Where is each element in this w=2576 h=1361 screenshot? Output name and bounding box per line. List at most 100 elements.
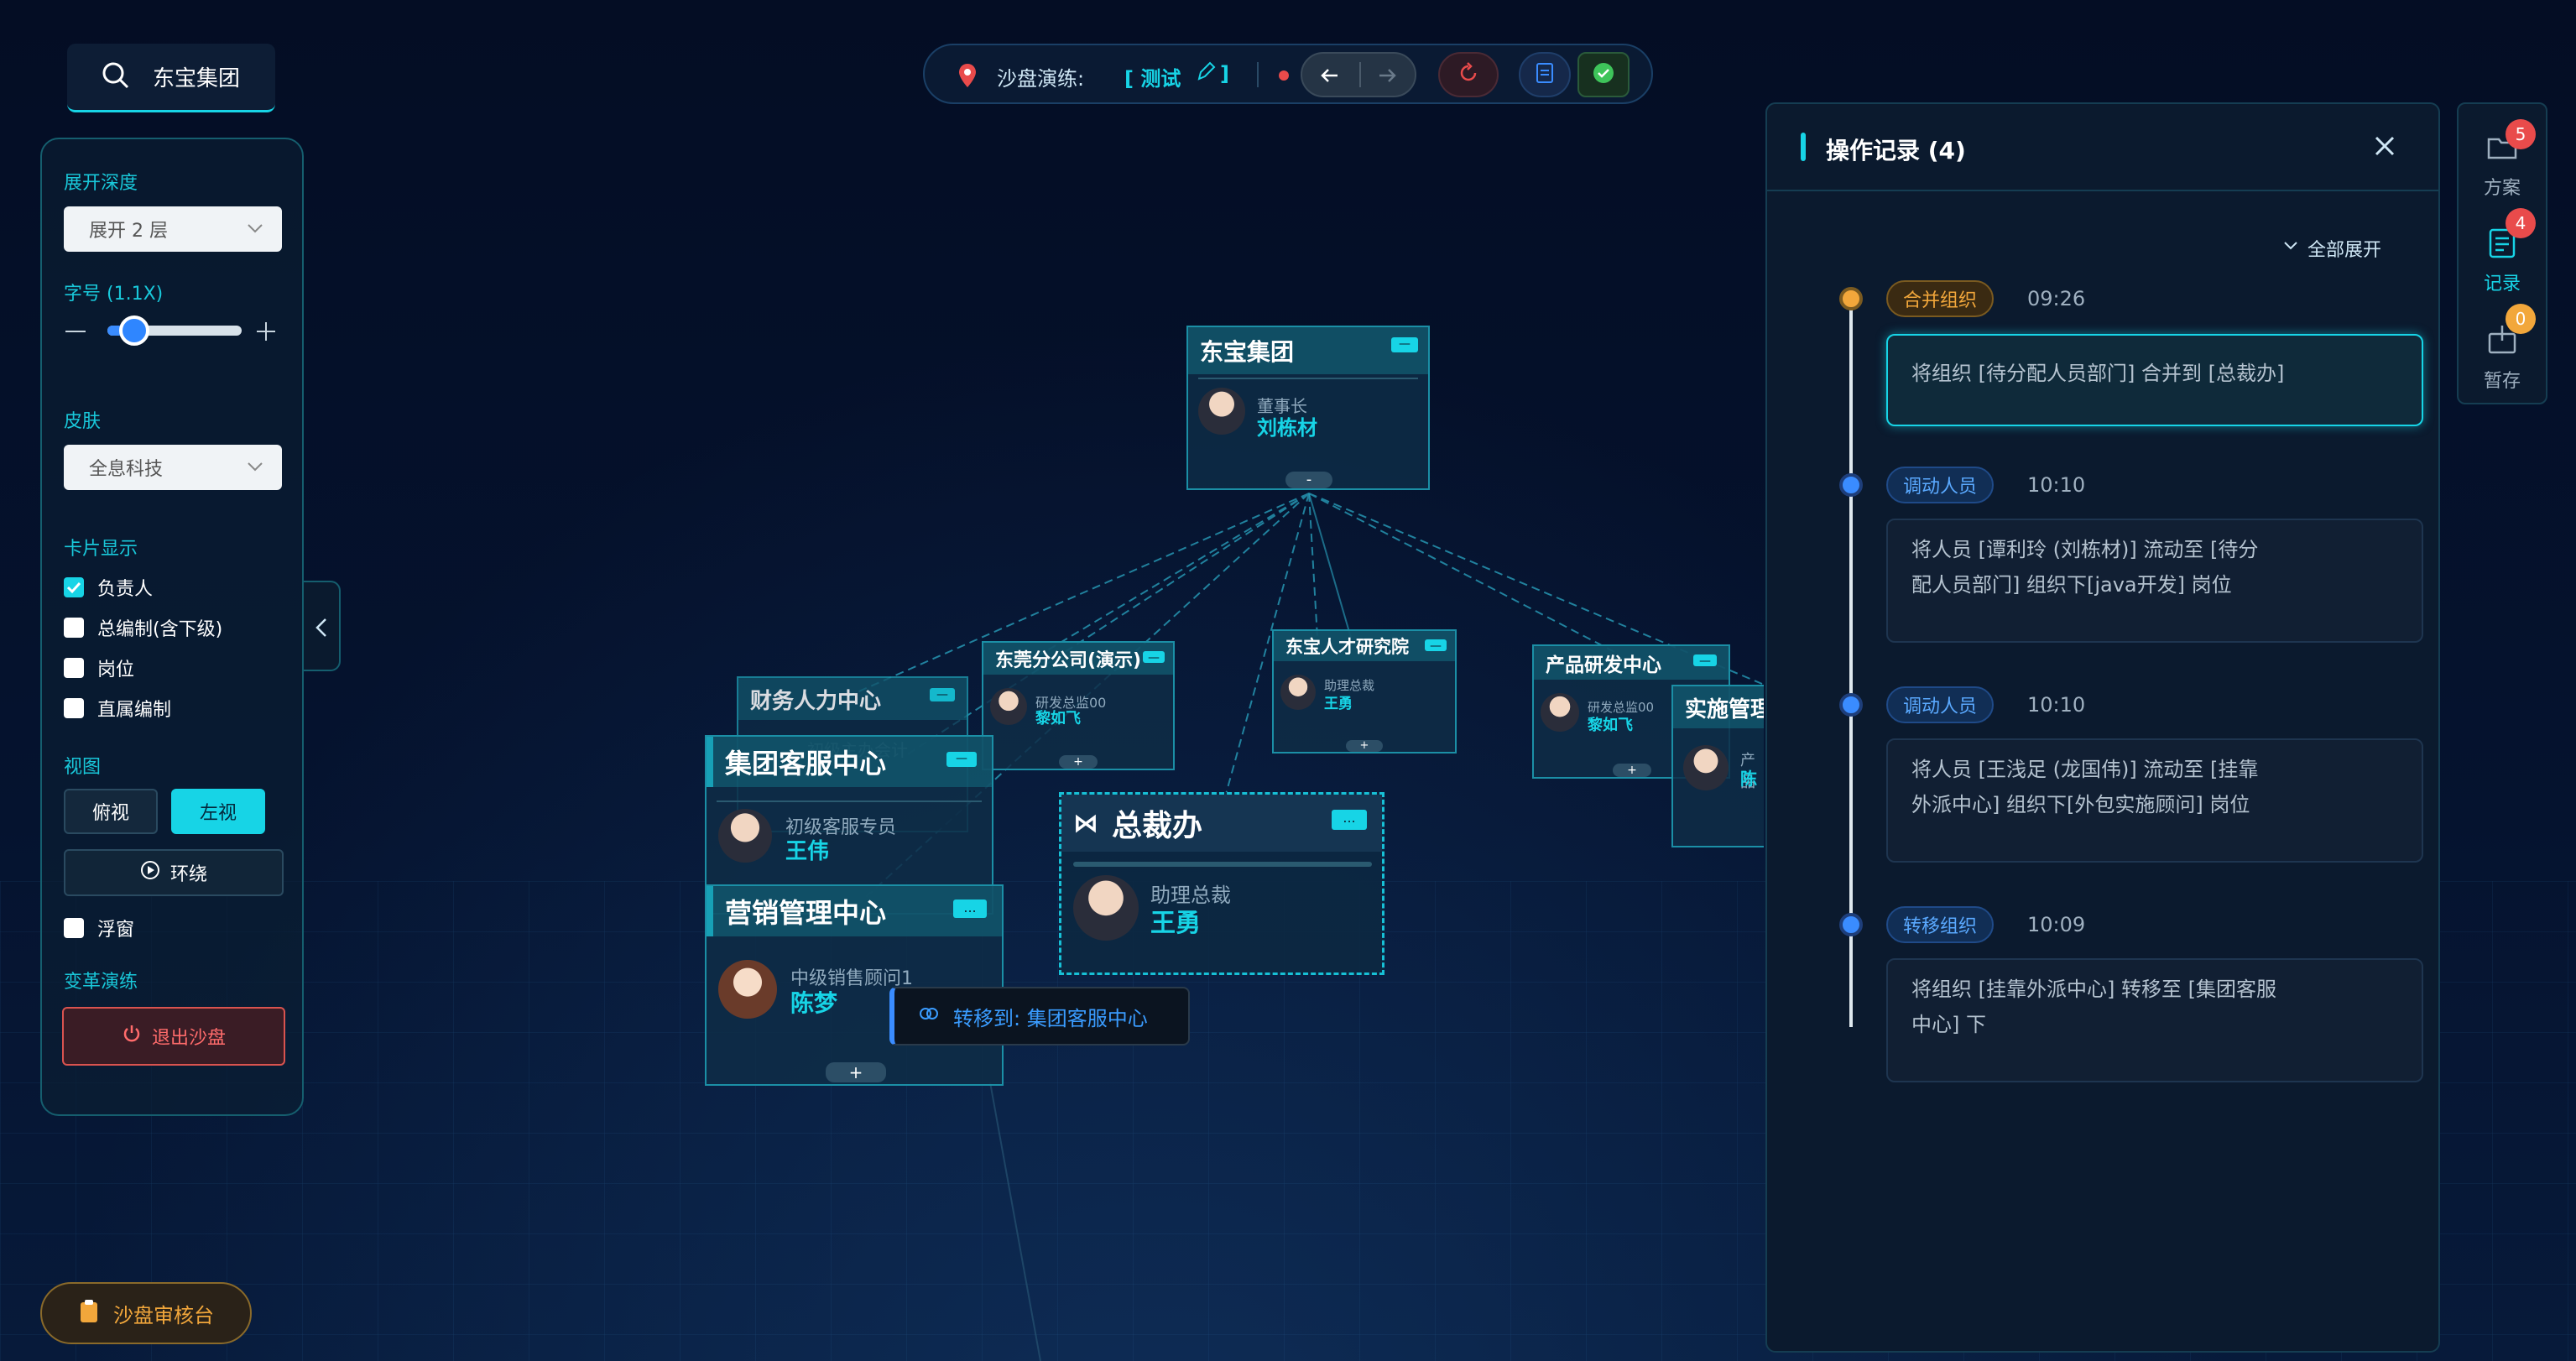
checkbox-direct-headcount[interactable]: 直属编制: [64, 695, 171, 722]
count-badge: 4: [2506, 208, 2536, 238]
checkbox-position[interactable]: 岗位: [64, 654, 134, 681]
card-person-name: 王勇: [1150, 909, 1201, 938]
record-tool-button[interactable]: 4 记录: [2459, 208, 2546, 300]
card-menu-button[interactable]: ...: [1332, 810, 1367, 830]
card-menu-button[interactable]: —: [1425, 639, 1447, 653]
search-text: 东宝集团: [153, 66, 241, 91]
card-person-name: 陈: [1740, 769, 1757, 789]
divider: [717, 800, 982, 802]
card-person-name: 黎如飞: [1588, 717, 1633, 734]
plan-name: [ 测试: [1124, 67, 1181, 91]
record-text: 将人员 [王浅足 (龙国伟)] 流动至 [挂靠: [1911, 758, 2259, 781]
record-item[interactable]: 将组织 [待分配人员部门] 合并到 [总裁办]: [1886, 334, 2423, 426]
record-item[interactable]: 将组织 [挂靠外派中心] 转移至 [集团客服 中心] 下: [1886, 958, 2423, 1082]
card-menu-button[interactable]: —: [930, 688, 955, 701]
edit-icon[interactable]: [1195, 60, 1217, 87]
font-size-slider[interactable]: [107, 315, 242, 346]
sandbox-label: 沙盘演练:: [997, 67, 1085, 91]
operation-record-panel: 操作记录 (4) 全部展开 合并组织 09:26 将组织 [待分配人员部门] 合…: [1765, 102, 2440, 1353]
org-card-title: 实施管理: [1673, 686, 1764, 728]
view-left-button[interactable]: 左视: [171, 789, 265, 834]
collapse-children-button[interactable]: -: [1285, 472, 1332, 488]
collapse-panel-button[interactable]: [304, 581, 341, 671]
plan-tool-button[interactable]: 5 方案: [2459, 119, 2546, 205]
checkbox-icon: [64, 618, 84, 638]
card-menu-button[interactable]: —: [1143, 651, 1165, 665]
sandbox-review-button[interactable]: 沙盘审核台: [40, 1282, 252, 1344]
chevron-left-icon: [312, 616, 332, 643]
card-person-name: 陈梦: [790, 989, 838, 1017]
record-tag: 调动人员: [1886, 686, 1995, 723]
checkbox-total-headcount[interactable]: 总编制(含下级): [64, 614, 222, 641]
record-time: 10:10: [2027, 473, 2086, 497]
org-card-president-office[interactable]: ⋈ 总裁办 ... 助理总裁 王勇: [1059, 792, 1384, 975]
org-card-dongguan[interactable]: 东莞分公司(演示) — 研发总监00 黎如飞 +: [982, 641, 1175, 770]
record-text: 中心] 下: [1911, 1013, 1986, 1036]
title-accent: [1801, 133, 1806, 161]
sandbox-toolbar: 沙盘演练: [ 测试 ]: [923, 44, 1653, 104]
reset-button[interactable]: [1438, 52, 1499, 97]
count-badge: 0: [2506, 304, 2536, 334]
org-card-title: 总裁办: [1112, 809, 1203, 843]
close-icon[interactable]: [2371, 133, 2398, 159]
expand-children-button[interactable]: +: [826, 1062, 886, 1082]
document-button[interactable]: [1519, 52, 1571, 97]
expand-children-button[interactable]: +: [1059, 755, 1098, 769]
font-size-slider-handle[interactable]: [119, 315, 149, 346]
exit-sandbox-button[interactable]: 退出沙盘: [62, 1007, 285, 1066]
checkbox-label: 岗位: [97, 660, 135, 680]
checkbox-label: 总编制(含下级): [97, 619, 223, 640]
card-menu-button[interactable]: —: [1391, 337, 1418, 352]
arrow-right-icon[interactable]: [1376, 65, 1398, 89]
expand-all-label: 全部展开: [2307, 240, 2382, 261]
clipboard-icon: [78, 1298, 100, 1328]
checkbox-label: 直属编制: [97, 700, 172, 721]
avatar: [1073, 875, 1139, 941]
unsaved-dot: [1279, 70, 1289, 81]
arrow-left-icon[interactable]: [1319, 65, 1341, 89]
checkbox-owner[interactable]: 负责人: [64, 574, 153, 601]
move-tooltip: 转移到: 集团客服中心: [889, 987, 1190, 1046]
avatar: [1541, 693, 1579, 732]
expand-children-button[interactable]: +: [1613, 764, 1651, 777]
depth-select[interactable]: 展开 2 层: [64, 206, 282, 252]
org-card-implementation[interactable]: 实施管理 产品 陈: [1671, 685, 1764, 847]
card-person-name: 刘栋材: [1257, 416, 1317, 440]
card-menu-button[interactable]: ...: [953, 900, 987, 918]
skin-select[interactable]: 全息科技: [64, 445, 282, 490]
record-text: 配人员部门] 组织下[java开发] 岗位: [1911, 573, 2232, 597]
stash-tool-button[interactable]: 0 暂存: [2459, 304, 2546, 398]
merge-dot-icon: [1839, 287, 1863, 310]
record-item[interactable]: 将人员 [王浅足 (龙国伟)] 流动至 [挂靠 外派中心] 组织下[外包实施顾问…: [1886, 738, 2423, 863]
org-card-marketing[interactable]: 营销管理中心 ... 中级销售顾问1 陈梦 +: [705, 884, 1004, 1086]
checkbox-icon: [64, 918, 84, 938]
record-item[interactable]: 将人员 [谭利玲 (刘栋材)] 流动至 [待分 配人员部门] 组织下[java开…: [1886, 519, 2423, 643]
confirm-button[interactable]: [1577, 52, 1630, 97]
expand-all-button[interactable]: 全部展开: [2282, 235, 2381, 262]
view-top-button[interactable]: 俯视: [64, 789, 158, 834]
play-circle-icon: [140, 860, 160, 885]
record-time: 10:10: [2027, 693, 2086, 717]
divider: [1359, 62, 1361, 87]
sandbox-review-label: 沙盘审核台: [113, 1303, 214, 1327]
divider: [1257, 62, 1259, 87]
divider: [1073, 862, 1372, 867]
skin-value: 全息科技: [89, 459, 164, 480]
checkbox-float-window[interactable]: 浮窗: [64, 915, 134, 941]
minus-icon[interactable]: [65, 331, 86, 332]
card-person-name: 黎如飞: [1035, 710, 1081, 727]
card-menu-button[interactable]: —: [1693, 654, 1717, 668]
plan-bracket: ]: [1220, 62, 1229, 86]
plus-icon[interactable]: [255, 321, 277, 342]
record-time: 09:26: [2027, 287, 2086, 310]
org-card-root[interactable]: 东宝集团 — 董事长 刘栋材 -: [1186, 326, 1430, 490]
reform-label: 变革演练: [64, 972, 138, 993]
org-card-institute[interactable]: 东宝人才研究院 — 助理总裁 王勇 +: [1272, 629, 1457, 754]
orbit-button[interactable]: 环绕: [64, 849, 284, 896]
card-menu-button[interactable]: —: [946, 752, 977, 767]
record-tag: 调动人员: [1886, 467, 1995, 503]
divider: [1767, 190, 2438, 191]
search-box[interactable]: 东宝集团: [67, 44, 275, 112]
expand-children-button[interactable]: +: [1346, 740, 1383, 752]
avatar: [1683, 745, 1729, 790]
